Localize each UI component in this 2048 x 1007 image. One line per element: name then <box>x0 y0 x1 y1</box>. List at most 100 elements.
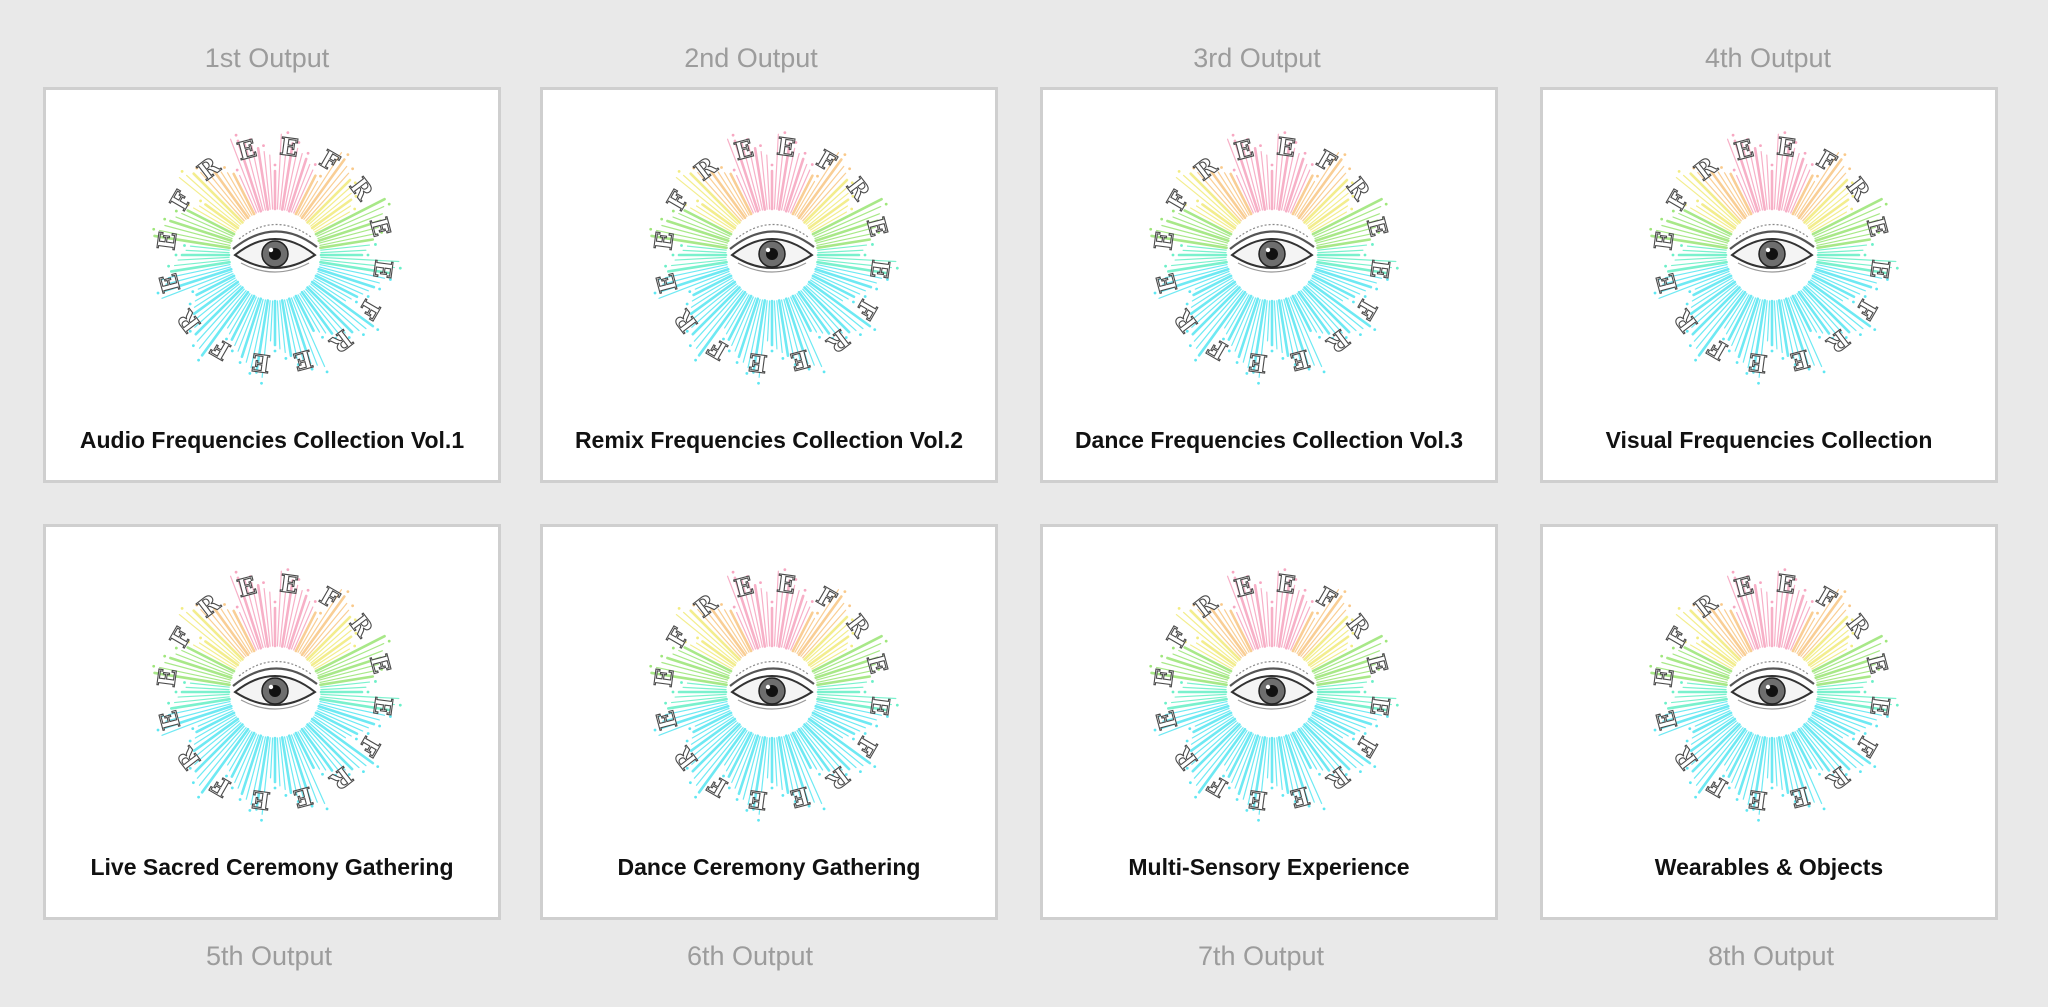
svg-text:E: E <box>650 271 683 296</box>
svg-text:F: F <box>1161 186 1195 215</box>
output-card-8[interactable]: FREEFREEFREEFREE Wearables & Objects <box>1540 524 1998 920</box>
svg-text:F: F <box>315 144 344 178</box>
svg-text:F: F <box>703 770 732 804</box>
svg-text:F: F <box>1350 295 1384 324</box>
svg-text:E: E <box>731 570 756 603</box>
svg-text:F: F <box>812 581 841 615</box>
svg-text:E: E <box>1364 258 1395 280</box>
svg-text:F: F <box>1703 333 1732 367</box>
svg-text:E: E <box>250 347 272 378</box>
svg-text:E: E <box>1650 708 1683 733</box>
free-eye-logo: FREEFREEFREEFREE <box>632 552 912 832</box>
svg-text:E: E <box>775 568 797 599</box>
svg-text:F: F <box>850 295 884 324</box>
output-card-4[interactable]: FREEFREEFREEFREE Visual Frequencies Coll… <box>1540 87 1998 483</box>
svg-text:F: F <box>1661 623 1695 652</box>
eye-icon <box>1229 660 1315 710</box>
svg-text:E: E <box>1361 214 1394 239</box>
eye-icon <box>1729 223 1815 273</box>
output-label-7: 7th Output <box>1197 941 1325 971</box>
svg-text:E: E <box>1364 695 1395 717</box>
output-label-5: 5th Output <box>205 941 333 971</box>
svg-text:E: E <box>278 131 300 162</box>
output-label-4: 4th Output <box>1704 43 1832 73</box>
output-label-3: 3rd Output <box>1193 43 1321 73</box>
svg-text:E: E <box>775 131 797 162</box>
svg-text:F: F <box>1812 144 1841 178</box>
free-eye-logo-svg: FRE E FREEFREEFREE <box>151 568 402 822</box>
free-eye-logo-svg: FRE E FREEFREEFREE <box>648 568 899 822</box>
svg-text:E: E <box>1275 568 1297 599</box>
free-eye-logo: FREEFREEFREEFREE <box>632 115 912 395</box>
svg-text:E: E <box>650 708 683 733</box>
svg-text:E: E <box>1148 667 1179 689</box>
svg-text:E: E <box>1648 667 1679 689</box>
svg-text:E: E <box>1775 568 1797 599</box>
svg-text:E: E <box>367 695 398 717</box>
svg-text:E: E <box>1788 781 1813 814</box>
svg-text:E: E <box>1731 133 1756 166</box>
svg-text:F: F <box>703 333 732 367</box>
svg-text:E: E <box>250 784 272 815</box>
svg-text:F: F <box>812 144 841 178</box>
svg-text:E: E <box>291 344 316 377</box>
svg-text:E: E <box>731 133 756 166</box>
svg-text:E: E <box>234 133 259 166</box>
svg-text:E: E <box>747 784 769 815</box>
card-title: Visual Frequencies Collection <box>1605 427 1933 453</box>
svg-text:F: F <box>353 732 387 761</box>
svg-text:F: F <box>1850 295 1884 324</box>
svg-text:E: E <box>1150 271 1183 296</box>
svg-text:E: E <box>1788 344 1813 377</box>
free-eye-logo: FREEFREEFREEFREE <box>1132 115 1412 395</box>
svg-text:E: E <box>1231 570 1256 603</box>
svg-text:E: E <box>1731 570 1756 603</box>
svg-text:E: E <box>1648 230 1679 252</box>
svg-text:E: E <box>234 570 259 603</box>
svg-text:E: E <box>1650 271 1683 296</box>
free-eye-logo-svg: FRE E FREEFREEFREE <box>648 131 899 385</box>
svg-text:F: F <box>164 186 198 215</box>
svg-text:E: E <box>1864 695 1895 717</box>
output-card-3[interactable]: FREEFREEFREEFREE Dance Frequencies Colle… <box>1040 87 1498 483</box>
svg-text:E: E <box>364 214 397 239</box>
free-eye-logo-svg: FRE E FREEFREEFREE <box>1648 568 1899 822</box>
svg-text:E: E <box>1861 214 1894 239</box>
card-title: Multi-Sensory Experience <box>1128 854 1410 880</box>
output-card-2[interactable]: FREEFREEFREEFREE Remix Frequencies Colle… <box>540 87 998 483</box>
svg-text:F: F <box>353 295 387 324</box>
free-eye-logo-svg: FRE E FREEFREEFREE <box>151 131 402 385</box>
svg-text:F: F <box>1312 581 1341 615</box>
svg-text:E: E <box>864 695 895 717</box>
eye-icon <box>1729 660 1815 710</box>
card-title: Dance Frequencies Collection Vol.3 <box>1074 427 1464 453</box>
free-eye-logo: FREEFREEFREEFREE <box>1132 552 1412 832</box>
card-title: Remix Frequencies Collection Vol.2 <box>574 427 964 453</box>
svg-text:E: E <box>1775 131 1797 162</box>
svg-text:E: E <box>648 667 679 689</box>
svg-text:E: E <box>364 651 397 676</box>
output-card-7[interactable]: FREEFREEFREEFREE Multi-Sensory Experienc… <box>1040 524 1498 920</box>
svg-text:E: E <box>1150 708 1183 733</box>
eye-icon <box>232 223 318 273</box>
svg-text:E: E <box>861 214 894 239</box>
output-card-6[interactable]: FREEFREEFREEFREE Dance Ceremony Gatherin… <box>540 524 998 920</box>
card-title: Live Sacred Ceremony Gathering <box>90 854 454 880</box>
output-label-2: 2nd Output <box>684 43 818 73</box>
free-eye-logo: FREEFREEFREEFREE <box>135 552 415 832</box>
free-eye-logo-svg: FRE E FREEFREEFREE <box>1148 568 1399 822</box>
svg-text:E: E <box>1275 131 1297 162</box>
svg-text:E: E <box>1864 258 1895 280</box>
svg-text:F: F <box>1850 732 1884 761</box>
eye-icon <box>729 223 815 273</box>
output-card-5[interactable]: FREEFREEFREEFREE Live Sacred Ceremony Ga… <box>43 524 501 920</box>
svg-text:E: E <box>153 708 186 733</box>
card-title: Audio Frequencies Collection Vol.1 <box>79 427 465 453</box>
svg-text:F: F <box>1312 144 1341 178</box>
svg-text:F: F <box>1661 186 1695 215</box>
svg-text:E: E <box>151 667 182 689</box>
output-card-1[interactable]: FREEFREEFREEFREE Audio Frequencies Colle… <box>43 87 501 483</box>
svg-text:E: E <box>1247 784 1269 815</box>
svg-text:E: E <box>1231 133 1256 166</box>
svg-text:F: F <box>206 770 235 804</box>
